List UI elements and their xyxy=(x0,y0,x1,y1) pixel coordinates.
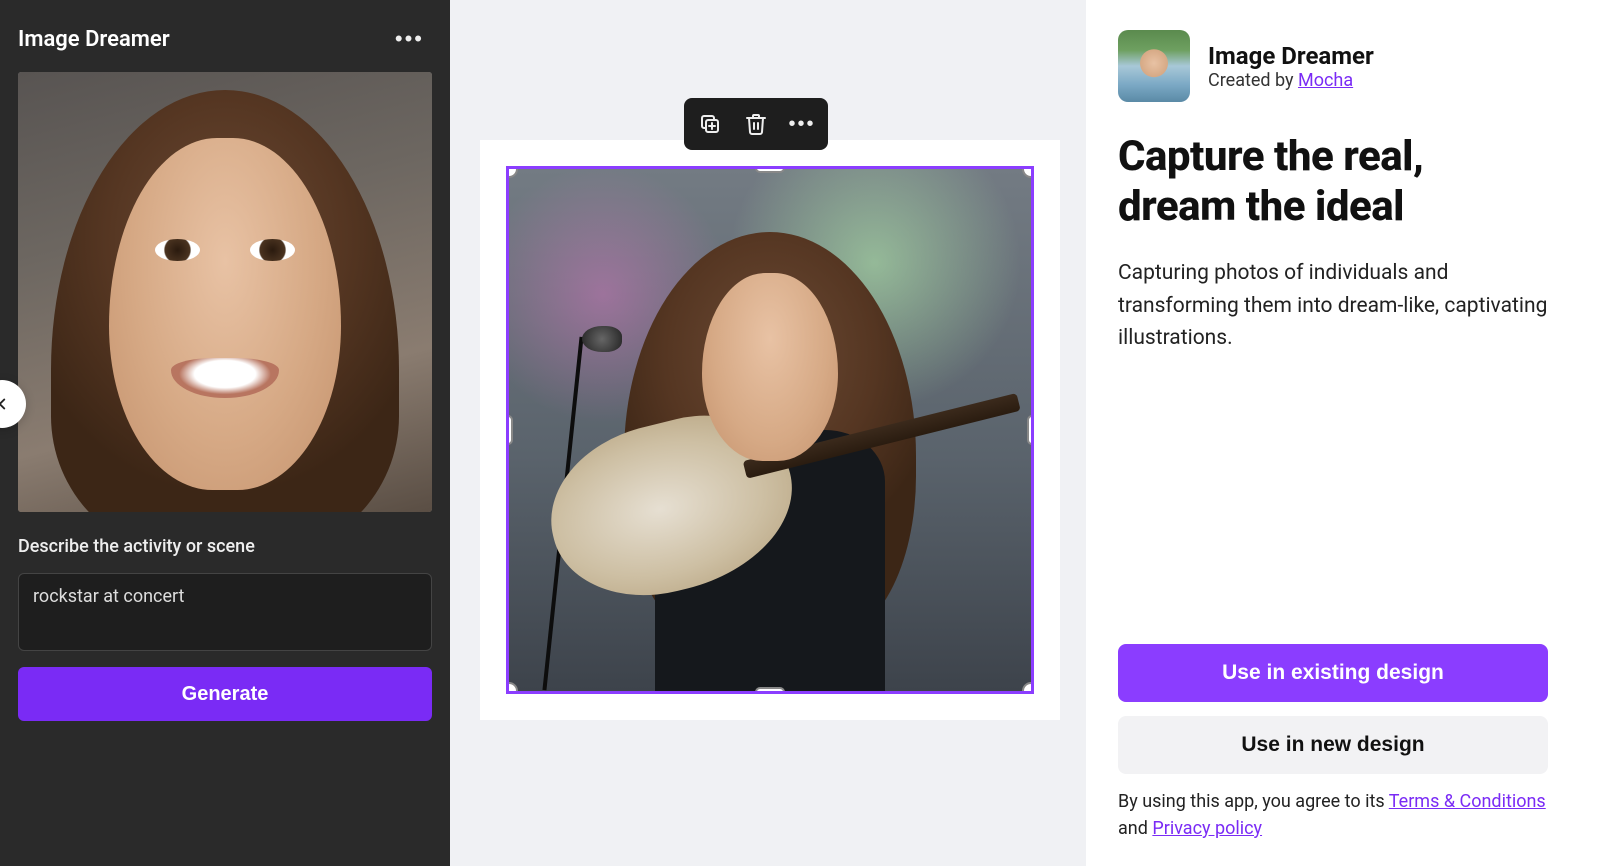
sidebar-title: Image Dreamer xyxy=(18,27,170,52)
chevron-left-icon xyxy=(0,395,11,413)
prompt-input[interactable] xyxy=(18,573,432,651)
ellipsis-icon: ••• xyxy=(788,113,815,136)
resize-handle-left[interactable] xyxy=(506,415,513,445)
input-photo[interactable] xyxy=(18,72,432,512)
delete-button[interactable] xyxy=(742,110,770,138)
legal-text: By using this app, you agree to its Term… xyxy=(1118,788,1548,842)
resize-handle-top[interactable] xyxy=(755,166,785,173)
portrait-face xyxy=(109,138,341,490)
privacy-link[interactable]: Privacy policy xyxy=(1152,818,1262,839)
resize-handle-bottom[interactable] xyxy=(755,687,785,694)
resize-handle-bottom-right[interactable] xyxy=(1022,682,1034,694)
prompt-label: Describe the activity or scene xyxy=(18,536,432,557)
app-info-row: Image Dreamer Created by Mocha xyxy=(1118,30,1548,102)
app-icon xyxy=(1118,30,1190,102)
selected-image[interactable] xyxy=(506,166,1034,694)
duplicate-button[interactable] xyxy=(696,110,724,138)
canvas-area[interactable]: ••• xyxy=(450,0,1086,866)
created-by-label: Created by xyxy=(1208,70,1298,91)
app-headline: Capture the real, dream the ideal xyxy=(1118,132,1548,231)
action-section: Use in existing design Use in new design… xyxy=(1118,644,1548,842)
generate-button[interactable]: Generate xyxy=(18,667,432,721)
legal-and: and xyxy=(1118,818,1152,839)
legal-prefix: By using this app, you agree to its xyxy=(1118,791,1389,812)
more-button[interactable]: ••• xyxy=(788,110,816,138)
app-sidebar: Image Dreamer ••• Describe the activity … xyxy=(0,0,450,866)
more-options-button[interactable]: ••• xyxy=(387,22,432,56)
info-panel: Image Dreamer Created by Mocha Capture t… xyxy=(1086,0,1600,866)
generated-face xyxy=(702,273,838,461)
duplicate-icon xyxy=(698,112,722,136)
resize-handle-right[interactable] xyxy=(1027,415,1034,445)
selection-toolbar: ••• xyxy=(684,98,828,150)
trash-icon xyxy=(744,112,768,136)
sidebar-header: Image Dreamer ••• xyxy=(18,22,432,56)
terms-link[interactable]: Terms & Conditions xyxy=(1389,791,1546,812)
microphone-icon xyxy=(582,326,622,352)
app-name: Image Dreamer xyxy=(1208,42,1374,70)
canvas-page[interactable] xyxy=(480,140,1060,720)
app-description: Capturing photos of individuals and tran… xyxy=(1118,257,1548,355)
creator-link[interactable]: Mocha xyxy=(1298,70,1353,91)
use-new-button[interactable]: Use in new design xyxy=(1118,716,1548,774)
app-creator-line: Created by Mocha xyxy=(1208,70,1374,91)
use-existing-button[interactable]: Use in existing design xyxy=(1118,644,1548,702)
ellipsis-icon: ••• xyxy=(395,26,424,51)
